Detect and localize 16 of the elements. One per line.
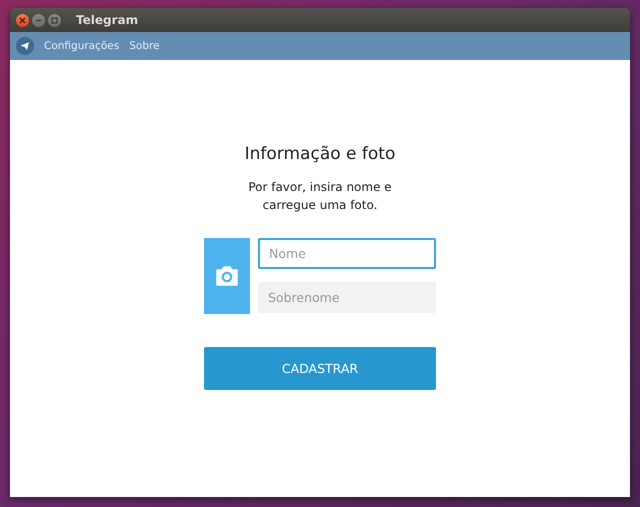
name-input-field[interactable]: Nome [258,238,436,269]
form-subtitle: Por favor, insira nome e carregue uma foto. [247,179,393,214]
window-title: Telegram [76,13,138,27]
menu-item[interactable]: Sobre [129,40,160,52]
submit-button[interactable]: CADASTRAR [204,347,436,390]
paper-plane-logo-icon [16,37,34,55]
photo-upload-button[interactable] [204,238,250,314]
form-title: Informação e foto [244,144,396,164]
minimize-button[interactable] [32,14,45,26]
close-button[interactable] [16,14,29,26]
menu-item[interactable]: Configurações [44,40,120,52]
maximize-button[interactable] [48,14,61,26]
maximize-icon [51,16,58,24]
camera-icon [215,266,239,286]
close-icon [19,16,26,24]
name-input-field[interactable]: Sobrenome [258,282,436,313]
